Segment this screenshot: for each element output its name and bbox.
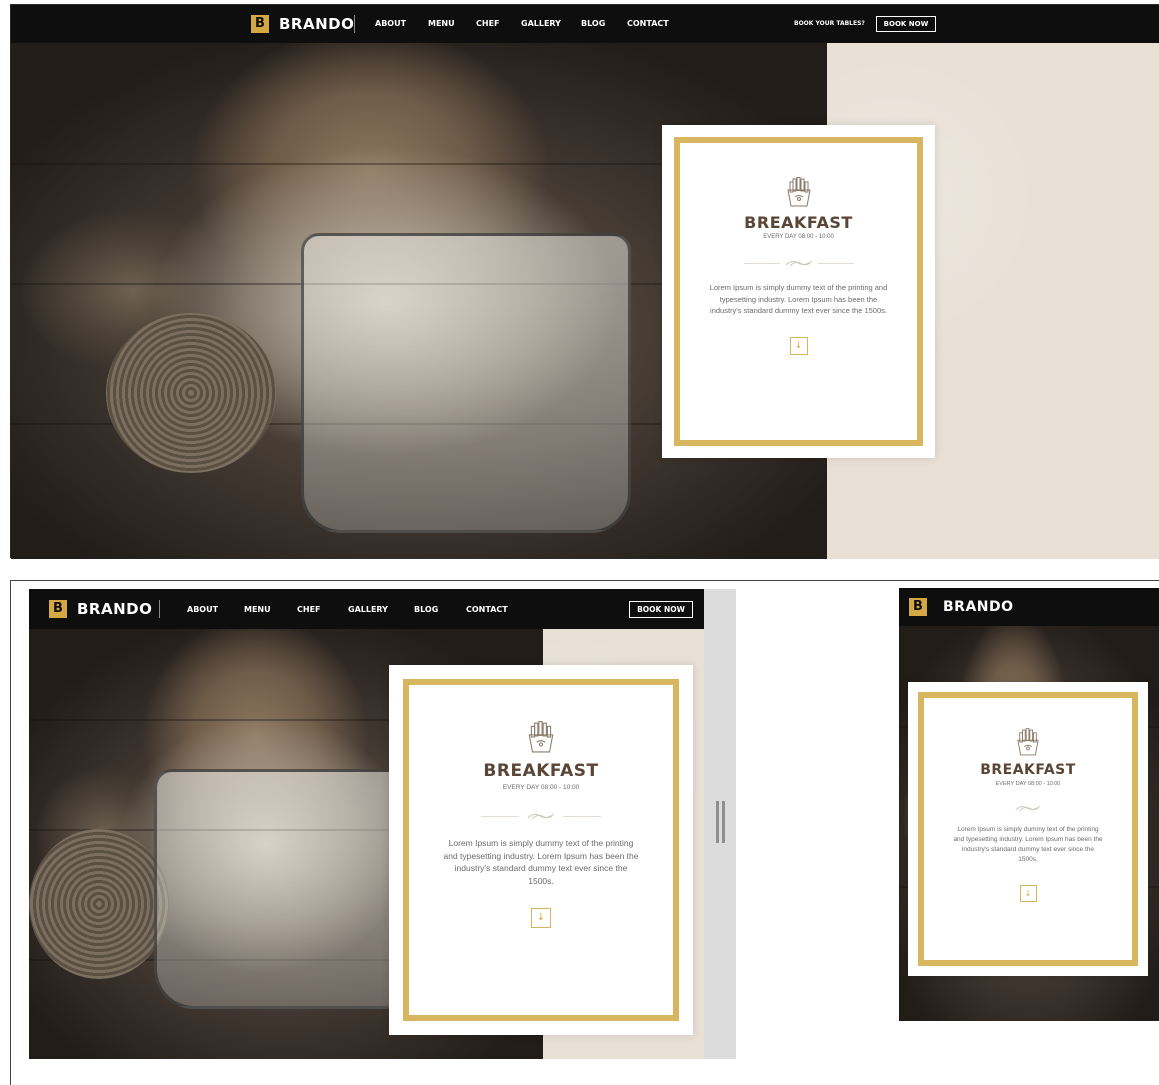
tablet-nav-separator [159,600,160,618]
flourish-icon [785,260,812,267]
mobile-arrow-down-button[interactable]: ↓ [1019,885,1037,902]
nav-item-menu[interactable]: MENU [428,19,455,28]
card-description: Lorem Ipsum is simply dummy text of the … [709,283,888,315]
tablet-flourish-icon [527,813,555,820]
tablet-card-frame: BREAKFAST EVERY DAY 08:00 - 10:00 Lorem … [403,679,679,1021]
tablet-breakfast-card: BREAKFAST EVERY DAY 08:00 - 10:00 Lorem … [389,665,693,1035]
tablet-arrow-down-icon: ↓ [536,912,546,923]
tablet-screen: B BRANDO ABOUT MENU CHEF GALLERY BLOG CO… [29,589,736,1059]
mobile-brand-name[interactable]: BRANDO [943,598,1014,616]
tablet-arrow-down-button[interactable]: ↓ [531,908,551,928]
tablet-card-description: Lorem Ipsum is simply dummy text of the … [443,838,639,886]
breakfast-card: BREAKFAST EVERY DAY 08:00 - 10:00 Lorem … [662,125,935,458]
mobile-arrow-down-icon: ↓ [1024,889,1032,898]
tablet-nav-item-menu[interactable]: MENU [244,605,271,614]
desktop-view: B BRANDO ABOUT MENU CHEF GALLERY BLOG CO… [10,4,1159,559]
mobile-flourish-icon [1015,805,1041,812]
nav-item-blog[interactable]: BLOG [581,19,605,28]
card-title: BREAKFAST [744,213,853,232]
tablet-nav-item-gallery[interactable]: GALLERY [348,605,388,614]
tablet-nav-item-chef[interactable]: CHEF [297,605,321,614]
arrow-down-icon: ↓ [794,340,803,351]
tablet-navbar: B BRANDO ABOUT MENU CHEF GALLERY BLOG CO… [29,589,704,629]
nav-item-gallery[interactable]: GALLERY [521,19,561,28]
ornament-divider [743,258,854,268]
arrow-down-button[interactable]: ↓ [789,336,808,355]
resize-handle[interactable] [716,801,719,843]
nav-item-contact[interactable]: CONTACT [627,19,669,28]
mobile-brand-logo-icon[interactable]: B [909,598,927,616]
book-now-button[interactable]: BOOK NOW [876,16,936,32]
tablet-card-title: BREAKFAST [483,761,599,781]
tablet-brand-logo-icon[interactable]: B [49,600,67,618]
tablet-fries-icon [527,721,555,753]
mobile-fries-icon [1016,728,1040,756]
fries-icon [786,177,812,207]
brand-name[interactable]: BRANDO [279,15,354,33]
mobile-ornament-divider [983,803,1073,813]
resize-handle-second[interactable] [722,801,725,843]
nav-item-chef[interactable]: CHEF [476,19,500,28]
desktop-navbar: B BRANDO ABOUT MENU CHEF GALLERY BLOG CO… [11,5,1159,43]
tablet-scrollbar-track[interactable] [704,589,736,1059]
tablet-book-now-button[interactable]: BOOK NOW [629,601,693,618]
mobile-card-frame: BREAKFAST EVERY DAY 08:00 - 10:00 Lorem … [918,692,1138,966]
tablet-brand-name[interactable]: BRANDO [77,600,152,618]
tablet-nav-item-about[interactable]: ABOUT [187,605,218,614]
nav-item-about[interactable]: ABOUT [375,19,406,28]
tablet-card-subtitle: EVERY DAY 08:00 - 10:00 [502,784,580,791]
card-subtitle: EVERY DAY 08:00 - 10:00 [763,234,834,240]
tablet-ornament-divider [481,811,601,821]
mobile-view: B BRANDO BREAKFAST EVERY DAY 08:00 - 10:… [899,588,1159,1021]
book-tables-text: BOOK YOUR TABLES? [794,20,865,27]
mobile-card-title: BREAKFAST [980,762,1076,778]
tablet-nav-item-contact[interactable]: CONTACT [466,605,508,614]
mobile-breakfast-card: BREAKFAST EVERY DAY 08:00 - 10:00 Lorem … [908,682,1148,976]
brand-logo-icon[interactable]: B [251,15,269,33]
nav-separator [354,15,355,33]
mobile-navbar: B BRANDO [899,588,1159,626]
mobile-card-description: Lorem Ipsum is simply dummy text of the … [953,826,1103,863]
tablet-nav-item-blog[interactable]: BLOG [414,605,438,614]
card-frame: BREAKFAST EVERY DAY 08:00 - 10:00 Lorem … [674,137,923,446]
mobile-card-subtitle: EVERY DAY 08:00 - 10:00 [995,781,1061,787]
